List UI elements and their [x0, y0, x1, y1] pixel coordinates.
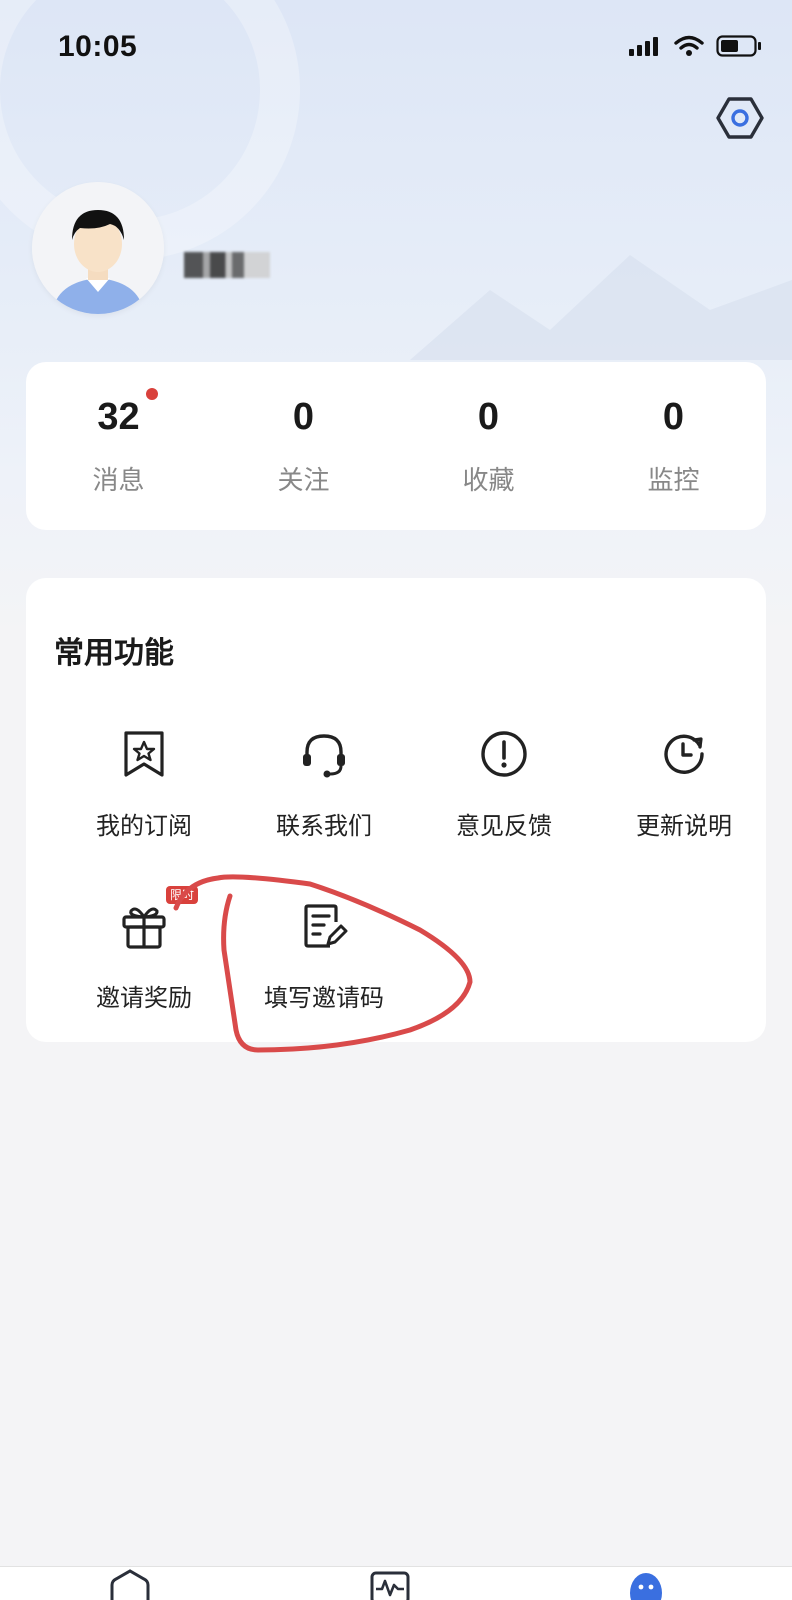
- battery-icon: [716, 35, 761, 57]
- func-enter-invite-code[interactable]: 填写邀请码: [232, 902, 416, 1032]
- settings-hexagon-icon: [716, 97, 764, 139]
- stat-label: 监控: [647, 466, 700, 496]
- func-my-subscriptions[interactable]: 我的订阅: [52, 730, 236, 860]
- clock-refresh-icon: [664, 734, 704, 774]
- func-label: 邀请奖励: [96, 984, 192, 1012]
- profile-icon: [630, 1573, 662, 1600]
- stat-follows[interactable]: 0 关注: [211, 362, 396, 530]
- decorative-mountains: [410, 255, 792, 360]
- stat-label: 关注: [277, 466, 330, 496]
- func-label: 联系我们: [276, 812, 372, 840]
- avatar[interactable]: [32, 182, 164, 314]
- user-avatar-icon: [32, 182, 164, 314]
- cellular-signal-icon: [629, 37, 658, 56]
- tab-home[interactable]: [104, 1567, 164, 1600]
- stat-value: 0: [292, 396, 315, 438]
- gift-icon: [122, 907, 166, 949]
- stat-value: 0: [662, 396, 685, 438]
- stat-value: 0: [477, 396, 500, 438]
- edit-note-icon: [304, 904, 348, 948]
- func-feedback[interactable]: 意见反馈: [412, 730, 596, 860]
- status-time: 10:05: [58, 30, 138, 63]
- settings-button[interactable]: [714, 92, 766, 144]
- func-contact-us[interactable]: 联系我们: [232, 730, 416, 860]
- exclamation-circle-icon: [481, 731, 527, 777]
- stat-favorites[interactable]: 0 收藏: [396, 362, 581, 530]
- stats-card: 32 消息 0 关注 0 收藏 0 监控: [26, 362, 766, 530]
- common-functions-card: 常用功能 我的订阅 联系我们 意见反馈 更新说明 限时 邀请奖励 填写邀请码: [26, 578, 766, 1042]
- home-icon: [110, 1569, 150, 1600]
- status-bar: 10:05: [0, 0, 792, 96]
- chart-pulse-icon: [370, 1571, 410, 1600]
- bottom-tab-bar: [0, 1566, 792, 1600]
- bookmark-star-icon: [124, 731, 164, 777]
- tab-market[interactable]: [366, 1567, 426, 1600]
- headset-icon: [303, 734, 345, 778]
- header-background: [0, 0, 792, 640]
- func-label: 意见反馈: [456, 812, 552, 840]
- unread-dot: [146, 388, 158, 400]
- section-title: 常用功能: [54, 636, 174, 671]
- stat-messages[interactable]: 32 消息: [26, 362, 211, 530]
- func-label: 填写邀请码: [264, 984, 384, 1012]
- func-label: 更新说明: [636, 812, 732, 840]
- username-pixelated: [184, 252, 270, 278]
- func-invite-reward[interactable]: 限时 邀请奖励: [52, 886, 236, 1032]
- limited-time-badge: 限时: [166, 886, 199, 904]
- func-release-notes[interactable]: 更新说明: [592, 730, 776, 860]
- stat-label: 消息: [92, 466, 145, 496]
- stat-value: 32: [97, 396, 140, 438]
- stat-label: 收藏: [462, 466, 515, 496]
- wifi-icon: [674, 35, 704, 56]
- func-label: 我的订阅: [96, 812, 192, 840]
- tab-profile[interactable]: [626, 1567, 686, 1600]
- stat-monitors[interactable]: 0 监控: [581, 362, 766, 530]
